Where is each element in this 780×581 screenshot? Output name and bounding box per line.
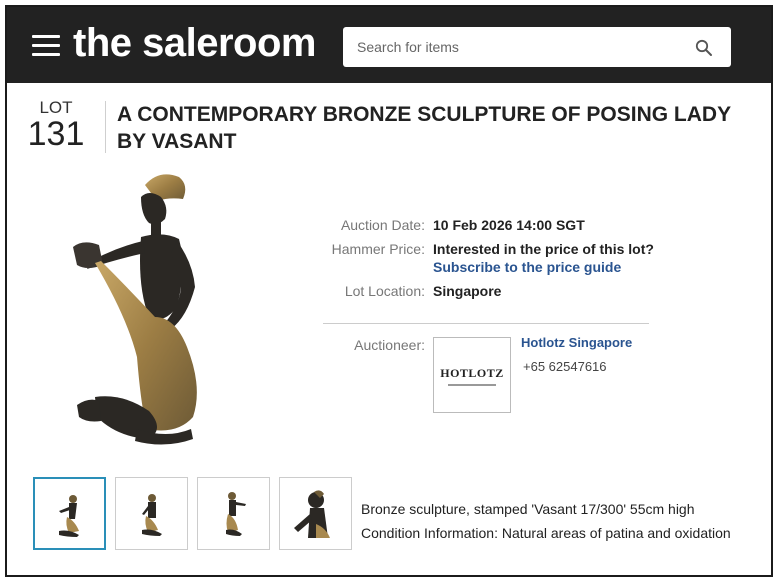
lot-page-content: LOT 131 A CONTEMPORARY BRONZE SCULPTURE …	[7, 87, 771, 575]
menu-icon[interactable]	[32, 35, 60, 57]
thumbnail-2-image	[142, 494, 162, 536]
site-logo[interactable]: the saleroom	[73, 21, 316, 66]
main-lot-image[interactable]	[37, 167, 257, 467]
thumbnail-3[interactable]	[197, 477, 270, 550]
lot-divider	[105, 101, 106, 153]
auctioneer-name-link[interactable]: Hotlotz Singapore	[521, 335, 632, 350]
lot-location-label: Lot Location:	[344, 283, 425, 299]
search-box[interactable]	[343, 27, 731, 67]
auctioneer-logo-text: HOTLOTZ	[440, 366, 504, 380]
auctioneer-logo-tagline	[448, 384, 496, 386]
search-icon[interactable]	[695, 39, 713, 57]
lot-location-value: Singapore	[433, 283, 502, 299]
thumbnail-4[interactable]	[279, 477, 352, 550]
auctioneer-label: Auctioneer:	[354, 337, 425, 353]
auction-date-label: Auction Date:	[340, 217, 425, 233]
thumbnail-1[interactable]	[33, 477, 106, 550]
top-navigation-bar: the saleroom	[7, 7, 771, 83]
thumbnail-3-image	[226, 492, 246, 536]
auction-date-value: 10 Feb 2026 14:00 SGT	[433, 217, 585, 233]
lot-description: Bronze sculpture, stamped 'Vasant 17/300…	[361, 497, 761, 545]
hammer-price-value: Interested in the price of this lot?	[433, 241, 654, 257]
lot-number: 131	[27, 115, 85, 153]
description-line-2: Condition Information: Natural areas of …	[361, 525, 731, 541]
details-divider	[323, 323, 649, 324]
lot-number-block: LOT 131	[21, 99, 91, 153]
thumbnail-1-image	[59, 495, 79, 537]
auctioneer-phone: +65 62547616	[523, 359, 607, 374]
description-line-1: Bronze sculpture, stamped 'Vasant 17/300…	[361, 501, 695, 517]
search-input[interactable]	[357, 37, 677, 57]
thumbnail-4-image	[294, 490, 330, 538]
subscribe-price-guide-link[interactable]: Subscribe to the price guide	[433, 259, 621, 275]
lot-title: A CONTEMPORARY BRONZE SCULPTURE OF POSIN…	[117, 103, 731, 153]
thumbnail-2[interactable]	[115, 477, 188, 550]
page-frame: the saleroom LOT 131 A CONTEMPORARY BRON…	[5, 5, 773, 577]
hammer-price-label: Hammer Price:	[331, 241, 425, 257]
auctioneer-logo[interactable]: HOTLOTZ	[433, 337, 511, 413]
